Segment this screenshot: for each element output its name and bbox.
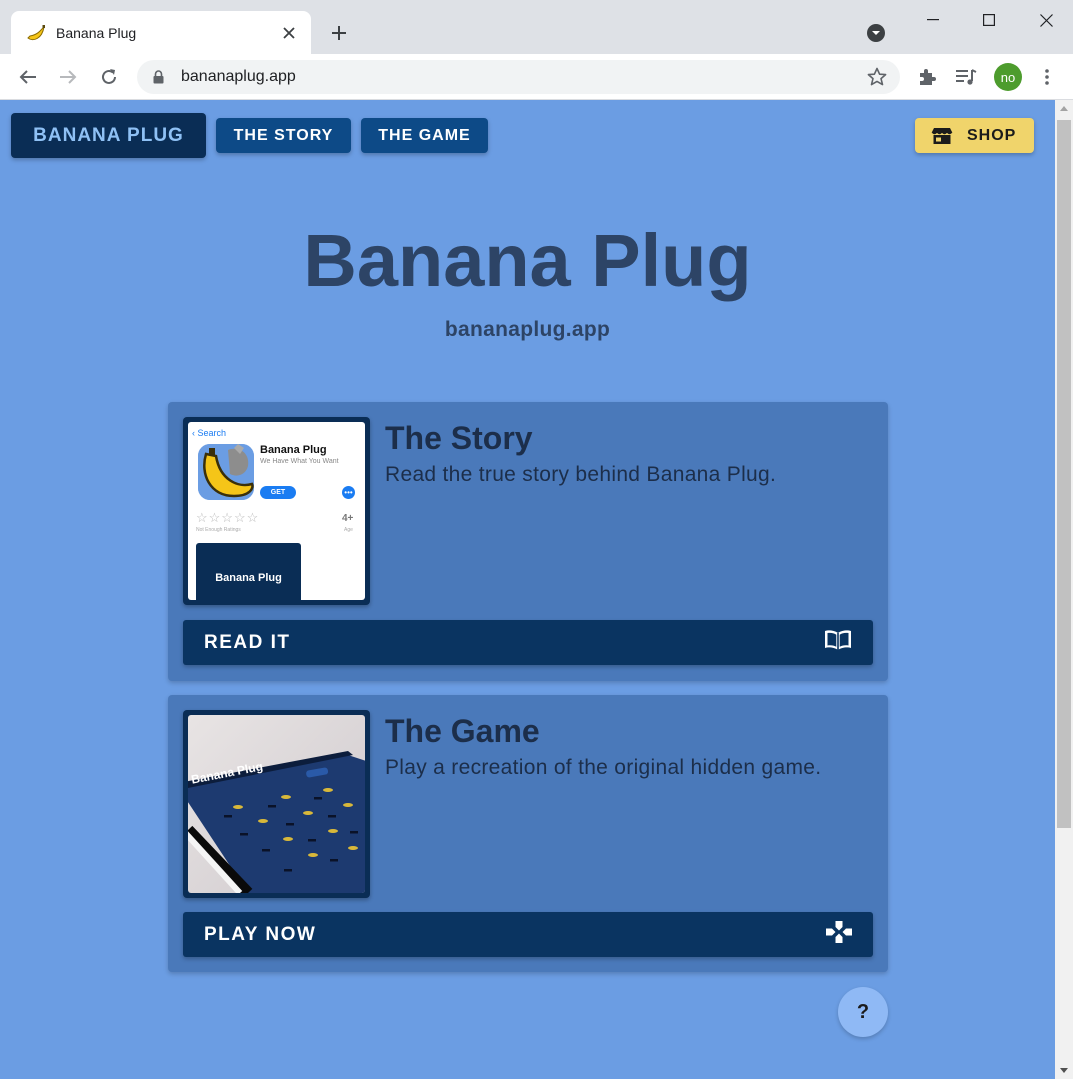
game-card-title: The Game [385,713,540,749]
app-store-app-name: Banana Plug [260,444,327,456]
scrollbar-thumb[interactable] [1057,120,1071,828]
read-it-label: READ IT [204,631,291,653]
browser-tab-strip: Banana Plug [0,0,1073,54]
lock-icon [153,70,167,84]
story-card-description: Read the true story behind Banana Plug. [385,463,777,486]
minimize-icon[interactable] [918,6,948,34]
tab-search-icon[interactable] [864,21,888,45]
read-it-button[interactable]: READ IT [183,620,873,665]
new-tab-icon[interactable] [326,20,352,46]
game-device-photo: Banana Plug [188,715,365,893]
banana-favicon-icon [25,22,47,44]
book-icon [823,629,853,657]
reload-icon[interactable] [94,62,124,92]
page-subtitle: bananaplug.app [444,318,611,341]
forward-arrow-icon[interactable] [53,62,83,92]
story-thumbnail: ‹ Search Banana Plug We Have What You Wa… [183,417,370,605]
app-icon [198,444,254,500]
tab-title: Banana Plug [56,24,137,41]
scroll-up-arrow-icon[interactable] [1060,106,1068,111]
game-card: Banana Plug The Game Play a recreation o… [168,695,888,972]
help-button[interactable]: ? [838,987,888,1037]
tab-close-icon[interactable] [279,23,299,43]
extensions-puzzle-icon[interactable] [912,62,942,92]
app-store-get-button: GET [260,486,296,499]
app-screenshot-preview: Banana Plug [196,543,301,600]
app-store-tagline: We Have What You Want [260,458,339,465]
page-scrollbar[interactable] [1055,100,1073,1079]
media-playlist-icon[interactable] [951,62,981,92]
shop-button[interactable]: SHOP [915,118,1034,153]
age-rating: 4+ [342,513,354,524]
rating-stars: ☆☆☆☆☆ [196,510,260,525]
game-card-description: Play a recreation of the original hidden… [385,756,822,779]
browser-menu-icon[interactable] [1032,62,1062,92]
profile-avatar[interactable]: no [994,63,1022,91]
story-card: ‹ Search Banana Plug We Have What You Wa… [168,402,888,681]
browser-toolbar: bananaplug.app no [0,54,1073,100]
scroll-down-arrow-icon[interactable] [1060,1068,1068,1073]
storefront-icon [931,127,953,145]
game-thumbnail: Banana Plug [183,710,370,898]
rating-note: Not Enough Ratings [196,527,241,533]
nav-story-button[interactable]: THE STORY [216,118,351,153]
window-close-icon[interactable] [1031,6,1061,34]
page-viewport: BANANA PLUG THE STORY THE GAME SHOP Bana… [0,100,1073,1079]
browser-tab[interactable]: Banana Plug [11,11,311,54]
app-store-more-icon: ••• [342,486,355,499]
app-store-back-link: ‹ Search [192,428,227,438]
play-now-label: PLAY NOW [204,923,317,945]
brand-home-button[interactable]: BANANA PLUG [11,113,206,158]
page-title: Banana Plug [303,219,752,302]
app-store-screenshot: ‹ Search Banana Plug We Have What You Wa… [188,422,365,600]
nav-game-button[interactable]: THE GAME [361,118,488,153]
bookmark-star-icon[interactable] [862,62,892,92]
story-card-title: The Story [385,420,533,456]
maximize-icon[interactable] [974,6,1004,34]
play-now-button[interactable]: PLAY NOW [183,912,873,957]
age-rating-label: Age [344,527,353,533]
shop-label: SHOP [967,126,1017,144]
back-arrow-icon[interactable] [13,62,43,92]
gamepad-icon [825,920,853,950]
url-text: bananaplug.app [181,68,296,85]
address-bar[interactable]: bananaplug.app [137,60,900,94]
